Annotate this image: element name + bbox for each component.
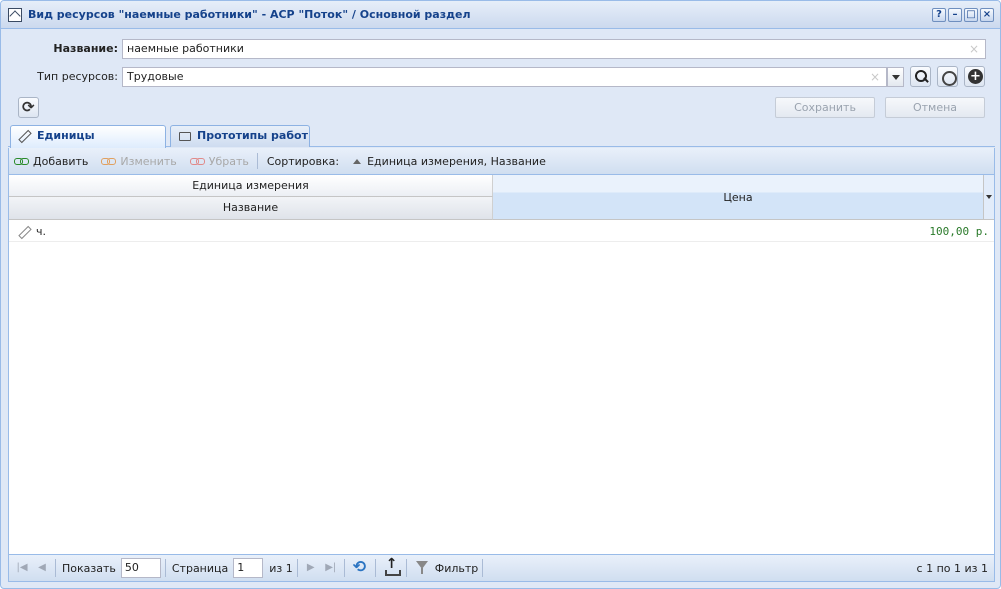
- prev-page-button[interactable]: ◀: [33, 559, 51, 577]
- last-page-button[interactable]: ▶|: [322, 559, 340, 577]
- maximize-button[interactable]: □: [964, 8, 978, 22]
- help-button[interactable]: ?: [932, 8, 946, 22]
- window-title: Вид ресурсов "наемные работники" - АСР "…: [28, 8, 471, 21]
- select-button[interactable]: [937, 66, 958, 87]
- title-bar[interactable]: Вид ресурсов "наемные работники" - АСР "…: [1, 1, 1000, 29]
- type-dropdown-trigger[interactable]: [887, 67, 904, 87]
- name-field[interactable]: наемные работники ×: [122, 39, 986, 59]
- add-link-icon: [14, 157, 29, 165]
- reload-icon[interactable]: [351, 557, 371, 578]
- pager-separator: [374, 559, 376, 577]
- pager-separator: [296, 559, 298, 577]
- name-clear-icon[interactable]: ×: [969, 42, 979, 56]
- page-count: из 1: [269, 561, 293, 575]
- form-area: Название: наемные работники × Тип ресурс…: [8, 30, 995, 125]
- remove-link-icon: [189, 157, 205, 165]
- name-label: Название:: [53, 42, 118, 55]
- row-price: 100,00 р.: [929, 225, 989, 238]
- edit-link-icon: [101, 157, 117, 165]
- next-page-button[interactable]: ▶: [302, 559, 320, 577]
- save-button[interactable]: Сохранить: [775, 97, 875, 118]
- type-combo[interactable]: Трудовые ×: [122, 67, 887, 87]
- pager-toolbar: |◀ ◀ Показать 50 Страница 1 из 1 ▶ ▶| Фи…: [9, 554, 994, 581]
- page-label: Страница: [171, 561, 229, 575]
- folder-icon: [179, 132, 191, 141]
- add-label: Добавить: [33, 154, 89, 168]
- toolbar-separator: [256, 153, 258, 169]
- tab-strip: Единицы измерения Прототипы работ: [8, 125, 995, 162]
- ruler-icon: [18, 129, 32, 144]
- show-label: Показать: [62, 561, 116, 575]
- name-value: наемные работники: [127, 42, 244, 55]
- search-button[interactable]: [910, 66, 931, 87]
- column-menu-trigger[interactable]: [983, 175, 994, 220]
- type-label: Тип ресурсов:: [37, 70, 118, 83]
- resource-type-window: Вид ресурсов "наемные работники" - АСР "…: [0, 0, 1001, 589]
- pager-separator: [55, 559, 56, 577]
- filter-button[interactable]: Фильтр: [435, 562, 479, 575]
- tab-units[interactable]: Единицы измерения: [10, 125, 166, 162]
- tab-prototypes-label: Прототипы работ: [197, 129, 308, 142]
- sort-asc-icon: [353, 158, 362, 164]
- remove-label: Убрать: [208, 154, 249, 168]
- filter-icon[interactable]: [413, 558, 433, 578]
- edit-label: Изменить: [120, 154, 177, 168]
- refresh-button[interactable]: [18, 97, 39, 118]
- pager-status: с 1 по 1 из 1: [916, 562, 988, 575]
- tab-prototypes[interactable]: Прототипы работ: [170, 125, 310, 147]
- column-header-price[interactable]: Цена: [493, 175, 983, 220]
- first-page-button[interactable]: |◀: [13, 559, 31, 577]
- cancel-button[interactable]: Отмена: [885, 97, 985, 118]
- page-number-input[interactable]: 1: [233, 558, 264, 578]
- units-grid-panel: Добавить Изменить Убрать Сортировка: Еди…: [8, 148, 995, 582]
- page-size-input[interactable]: 50: [120, 558, 161, 578]
- pager-separator: [343, 559, 345, 577]
- type-value: Трудовые: [127, 70, 184, 83]
- close-button[interactable]: ×: [980, 8, 994, 22]
- remove-button[interactable]: Убрать: [189, 154, 249, 168]
- table-row[interactable]: ч. 100,00 р.: [9, 221, 994, 242]
- column-header-name[interactable]: Название: [9, 197, 493, 220]
- column-header-unit[interactable]: Единица измерения: [9, 175, 493, 197]
- grid-toolbar: Добавить Изменить Убрать Сортировка: Еди…: [9, 148, 994, 175]
- type-clear-icon[interactable]: ×: [870, 70, 880, 84]
- export-icon[interactable]: [382, 556, 402, 578]
- row-unit: ч.: [36, 225, 46, 238]
- minimize-button[interactable]: –: [948, 8, 962, 22]
- grid-header: Единица измерения Название Цена: [9, 175, 994, 220]
- add-button[interactable]: Добавить: [14, 155, 88, 168]
- sort-label: Сортировка:: [266, 154, 340, 168]
- home-icon: [8, 7, 22, 22]
- edit-button[interactable]: Изменить: [101, 154, 177, 168]
- pager-separator: [482, 559, 484, 577]
- pager-separator: [164, 559, 166, 577]
- pager-separator: [405, 559, 407, 577]
- add-type-button[interactable]: [964, 66, 985, 87]
- ruler-icon: [18, 225, 32, 240]
- window-tools: ? – □ ×: [932, 8, 994, 22]
- sort-value-button[interactable]: Единица измерения, Название: [367, 155, 546, 168]
